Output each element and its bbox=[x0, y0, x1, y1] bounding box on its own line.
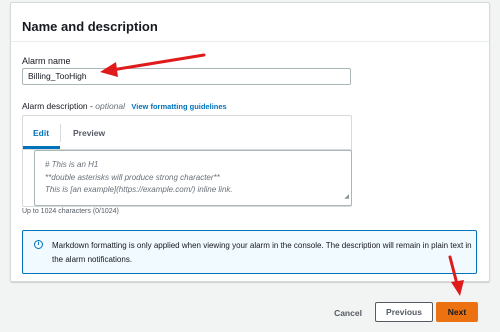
cancel-button[interactable]: Cancel bbox=[326, 304, 370, 322]
panel-header: Name and description bbox=[11, 3, 489, 42]
active-tab-indicator bbox=[23, 146, 60, 149]
tab-edit[interactable]: Edit bbox=[33, 128, 49, 138]
tab-preview[interactable]: Preview bbox=[73, 128, 105, 138]
placeholder-line: **double asterisks will produce strong c… bbox=[45, 172, 220, 182]
optional-tag: optional bbox=[95, 101, 126, 111]
info-alert: i Markdown formatting is only applied wh… bbox=[22, 230, 477, 274]
resize-handle-icon[interactable]: ◢ bbox=[344, 191, 349, 204]
info-icon: i bbox=[34, 240, 43, 249]
description-editor: Edit Preview # This is an H1 **double as… bbox=[22, 115, 352, 207]
tab-divider bbox=[60, 124, 61, 142]
name-description-panel: Name and description Alarm name Billing_… bbox=[10, 2, 490, 282]
previous-button[interactable]: Previous bbox=[375, 302, 433, 322]
panel-title: Name and description bbox=[22, 19, 158, 34]
alarm-name-input[interactable]: Billing_TooHigh bbox=[22, 68, 351, 85]
formatting-guidelines-link[interactable]: View formatting guidelines bbox=[131, 102, 226, 111]
placeholder-line: # This is an H1 bbox=[45, 160, 99, 169]
alarm-description-label-row: Alarm description - optional View format… bbox=[22, 101, 227, 111]
char-count: Up to 1024 characters (0/1024) bbox=[22, 208, 119, 215]
editor-tab-bar: Edit Preview bbox=[23, 116, 351, 150]
alarm-description-label: Alarm description bbox=[22, 101, 88, 111]
placeholder-line: This is [an example](https://example.com… bbox=[45, 185, 233, 194]
alarm-name-label: Alarm name bbox=[22, 56, 71, 66]
next-button[interactable]: Next bbox=[436, 302, 478, 322]
alarm-description-textarea[interactable]: # This is an H1 **double asterisks will … bbox=[34, 150, 352, 206]
info-text: Markdown formatting is only applied when… bbox=[52, 241, 472, 264]
